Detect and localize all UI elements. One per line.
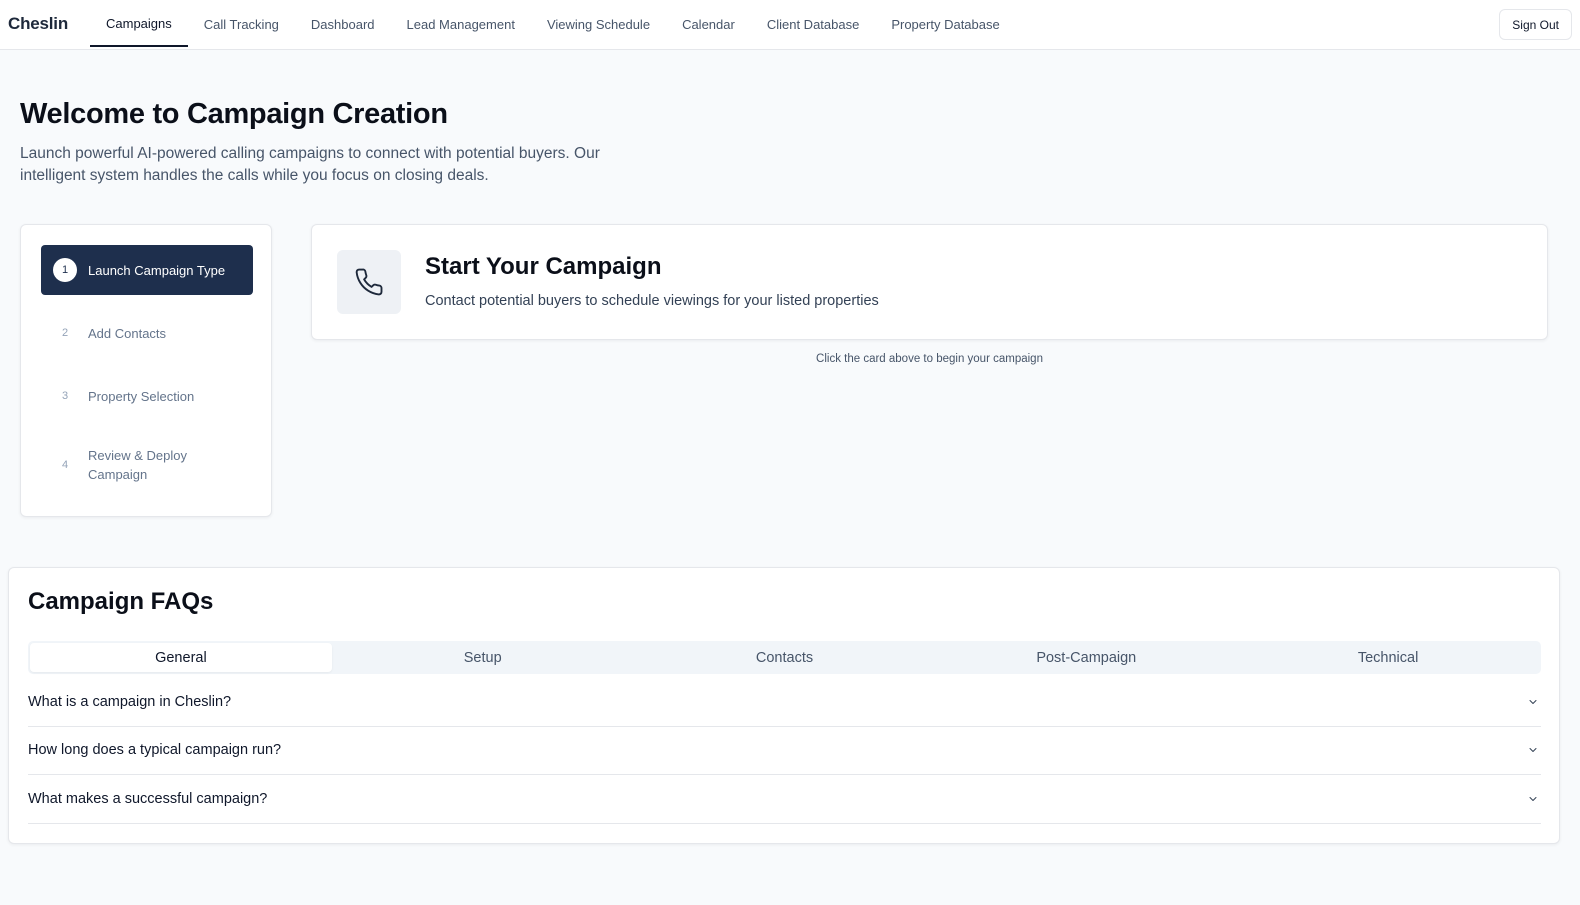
step-number: 4 [61,459,69,471]
brand-logo[interactable]: Cheslin [8,14,68,34]
step-add-contacts[interactable]: 2 Add Contacts [41,321,253,345]
nav-tab-property-database[interactable]: Property Database [875,0,1015,48]
faq-tab-post-campaign[interactable]: Post-Campaign [935,643,1237,672]
step-label: Launch Campaign Type [88,262,226,278]
nav-tab-call-tracking[interactable]: Call Tracking [188,0,295,48]
step-review-deploy[interactable]: 4 Review & Deploy Campaign [41,446,253,484]
faq-tab-setup[interactable]: Setup [332,643,634,672]
nav-tab-campaigns[interactable]: Campaigns [90,0,188,47]
faq-title: Campaign FAQs [28,588,214,615]
nav-tab-viewing-schedule[interactable]: Viewing Schedule [531,0,666,48]
chevron-down-icon [1527,744,1539,756]
faq-question: What makes a successful campaign? [28,790,268,807]
step-label: Review & Deploy Campaign [88,448,187,482]
faq-tab-contacts[interactable]: Contacts [634,643,936,672]
start-campaign-card[interactable]: Start Your Campaign Contact potential bu… [311,224,1548,340]
campaign-card-description: Contact potential buyers to schedule vie… [425,293,879,309]
faq-question: What is a campaign in Cheslin? [28,693,232,710]
faq-question: How long does a typical campaign run? [28,742,282,759]
chevron-down-icon [1527,793,1539,805]
step-number: 3 [61,390,69,402]
nav-tab-lead-management[interactable]: Lead Management [391,0,531,48]
nav-tabs: Campaigns Call Tracking Dashboard Lead M… [90,0,1016,50]
step-label: Add Contacts [88,325,167,341]
step-launch-campaign-type[interactable]: 1 Launch Campaign Type [41,245,253,295]
nav-tab-dashboard[interactable]: Dashboard [295,0,391,48]
faq-list: What is a campaign in Cheslin? How long … [28,678,1541,824]
step-label: Property Selection [88,388,195,404]
campaign-stepper: 1 Launch Campaign Type 2 Add Contacts 3 … [20,224,272,517]
campaign-hint: Click the card above to begin your campa… [816,353,1043,365]
page-description: Launch powerful AI-powered calling campa… [20,145,600,184]
faq-tabs: General Setup Contacts Post-Campaign Tec… [28,641,1541,674]
nav-tab-calendar[interactable]: Calendar [666,0,751,48]
faq-tab-general[interactable]: General [30,643,332,672]
campaign-card-title: Start Your Campaign [425,253,662,280]
faq-item[interactable]: How long does a typical campaign run? [28,727,1541,775]
top-navbar: Cheslin Campaigns Call Tracking Dashboar… [0,0,1580,50]
faq-section: Campaign FAQs General Setup Contacts Pos… [8,567,1560,844]
step-property-selection[interactable]: 3 Property Selection [41,384,253,408]
phone-icon [337,250,401,314]
step-number: 1 [53,258,77,282]
page-title: Welcome to Campaign Creation [20,98,448,130]
faq-tab-technical[interactable]: Technical [1237,643,1539,672]
chevron-down-icon [1527,696,1539,708]
faq-item[interactable]: What is a campaign in Cheslin? [28,678,1541,727]
step-number: 2 [61,327,69,339]
faq-item[interactable]: What makes a successful campaign? [28,775,1541,824]
nav-tab-client-database[interactable]: Client Database [751,0,876,48]
sign-out-button[interactable]: Sign Out [1499,9,1572,40]
